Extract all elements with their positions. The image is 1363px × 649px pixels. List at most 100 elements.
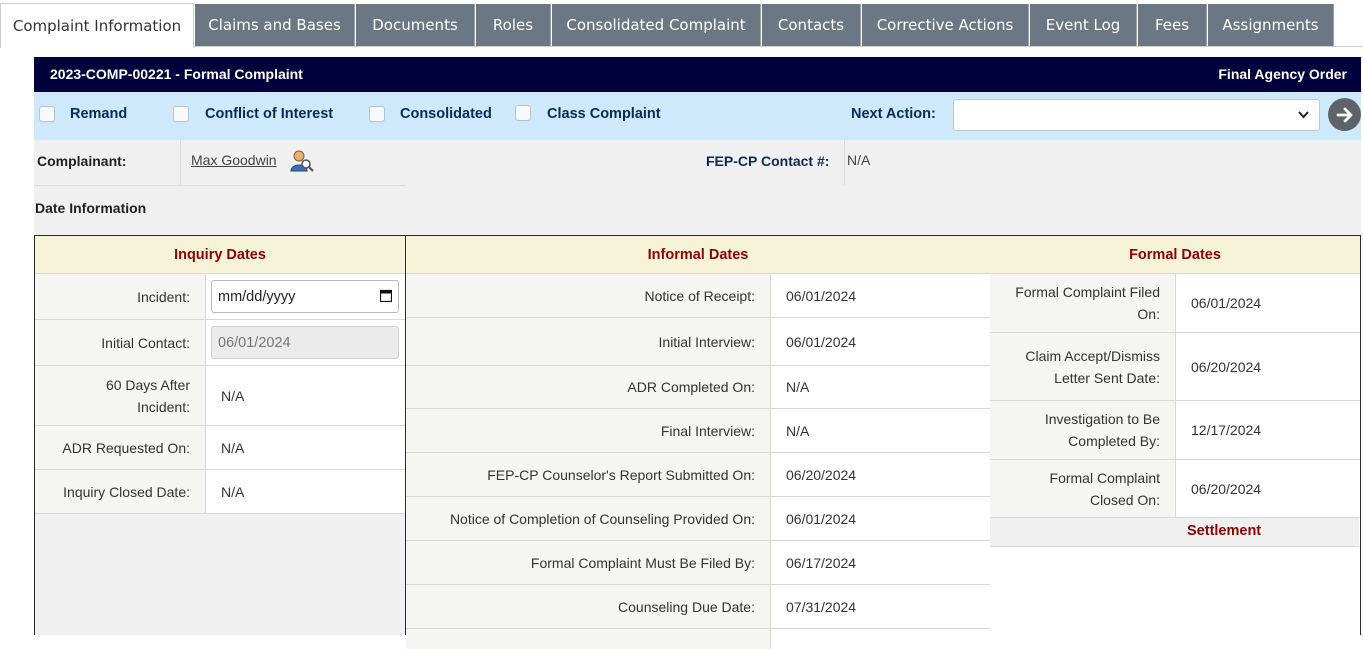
inquiry-row-60-days: 60 Days After Incident: N/A [35, 366, 405, 426]
informal-row: Initial Interview: 06/01/2024 [406, 318, 990, 366]
formal-filed-value: 06/01/2024 [1191, 295, 1262, 311]
complainant-name-link[interactable]: Max Goodwin [191, 152, 277, 168]
claim-letter-label: Claim Accept/Dismiss Letter Sent Date: [990, 333, 1176, 400]
next-action-go-button[interactable] [1328, 98, 1361, 131]
consolidated-checkbox[interactable] [369, 106, 385, 122]
tab-bar: Complaint Information Claims and Bases D… [0, 0, 1363, 48]
tab-complaint-information[interactable]: Complaint Information [0, 3, 194, 48]
tab-fees[interactable]: Fees [1138, 4, 1207, 46]
days-60-value: N/A [221, 387, 245, 404]
person-search-icon[interactable] [290, 150, 314, 172]
notice-of-completion-label: Notice of Completion of Counseling Provi… [406, 497, 771, 540]
counseling-due-value: 07/31/2024 [786, 598, 857, 615]
informal-row: Counseling Due Date: 07/31/2024 [406, 585, 990, 629]
informal-row: Notice of Completion of Counseling Provi… [406, 497, 990, 541]
settlement-row: Settlement [990, 518, 1359, 547]
settlement-heading: Settlement [1187, 523, 1262, 539]
tab-roles[interactable]: Roles [476, 4, 551, 46]
final-interview-value: N/A [786, 422, 810, 439]
fep-cp-contact-label: FEP-CP Contact #: [706, 153, 830, 169]
days-60-label: 60 Days After Incident: [35, 366, 206, 425]
adr-requested-label: ADR Requested On: [35, 426, 206, 469]
complaint-status: Final Agency Order [1218, 66, 1347, 82]
incident-date-input[interactable]: mm/dd/yyyy [211, 280, 399, 313]
formal-closed-label: Formal Complaint Closed On: [990, 460, 1176, 517]
inquiry-dates-title: Inquiry Dates [35, 236, 405, 274]
tab-contacts[interactable]: Contacts [762, 4, 861, 46]
inquiry-closed-value: N/A [221, 483, 245, 500]
investigation-label: Investigation to Be Completed By: [990, 401, 1176, 459]
formal-row: Formal Complaint Closed On: 06/20/2024 [990, 460, 1360, 518]
final-interview-label: Final Interview: [406, 409, 771, 452]
incident-label: Incident: [35, 274, 206, 319]
conflict-of-interest-label: Conflict of Interest [205, 106, 334, 122]
informal-row: FEP-CP Counselor's Report Submitted On: … [406, 453, 990, 497]
flag-bar: Remand Conflict of Interest Consolidated… [34, 92, 1361, 140]
formal-closed-value: 06/20/2024 [1191, 480, 1262, 497]
inquiry-closed-label: Inquiry Closed Date: [35, 470, 206, 513]
notice-of-receipt-value: 06/01/2024 [786, 287, 857, 304]
inquiry-dates-panel: Inquiry Dates Incident: mm/dd/yyyy Initi… [34, 235, 406, 635]
inquiry-row-incident: Incident: mm/dd/yyyy [35, 274, 405, 320]
next-action-label: Next Action: [851, 106, 936, 122]
informal-row: Formal Complaint Must Be Filed By: 06/17… [406, 541, 990, 585]
informal-dates-title: Informal Dates [406, 236, 990, 274]
counselor-report-value: 06/20/2024 [786, 466, 857, 483]
adr-completed-value: N/A [786, 379, 810, 395]
investigation-value: 12/17/2024 [1191, 422, 1262, 438]
formal-row: Investigation to Be Completed By: 12/17/… [990, 401, 1360, 460]
counseling-due-label: Counseling Due Date: [406, 585, 771, 628]
formal-must-be-filed-value: 06/17/2024 [786, 554, 857, 571]
notice-of-receipt-label: Notice of Receipt: [406, 274, 771, 317]
informal-dates-panel: Informal Dates Notice of Receipt: 06/01/… [405, 235, 991, 649]
tab-documents[interactable]: Documents [356, 4, 475, 46]
formal-must-be-filed-label: Formal Complaint Must Be Filed By: [406, 541, 771, 584]
class-complaint-checkbox[interactable] [515, 105, 531, 121]
tab-consolidated-complaint[interactable]: Consolidated Complaint [552, 4, 761, 46]
formal-row: Formal Complaint Filed On: 06/01/2024 [990, 274, 1360, 333]
initial-interview-label: Initial Interview: [406, 318, 771, 365]
tab-claims-and-bases[interactable]: Claims and Bases [195, 4, 355, 46]
informal-row [406, 629, 990, 649]
remand-checkbox[interactable] [39, 106, 55, 122]
arrow-right-icon [1336, 107, 1352, 122]
fep-cp-contact-value: N/A [847, 152, 871, 168]
conflict-of-interest-checkbox[interactable] [173, 106, 189, 122]
date-information-title: Date Information [35, 200, 147, 216]
inquiry-row-adr-requested: ADR Requested On: N/A [35, 426, 405, 470]
consolidated-label: Consolidated [400, 106, 492, 122]
divider [844, 140, 845, 185]
formal-filed-label: Formal Complaint Filed On: [990, 274, 1176, 332]
complaint-header: 2023-COMP-00221 - Formal Complaint Final… [34, 57, 1361, 92]
counselor-report-label: FEP-CP Counselor's Report Submitted On: [406, 453, 771, 496]
tab-event-log[interactable]: Event Log [1030, 4, 1137, 46]
informal-row: Final Interview: N/A [406, 409, 990, 453]
calendar-icon[interactable] [380, 289, 392, 302]
inquiry-row-closed: Inquiry Closed Date: N/A [35, 470, 405, 514]
complaint-title: 2023-COMP-00221 - Formal Complaint [50, 66, 303, 82]
informal-row-label [406, 629, 771, 649]
date-information-section: Date Information [34, 186, 1361, 235]
initial-contact-label: Initial Contact: [35, 320, 206, 365]
formal-dates-panel: Formal Dates Formal Complaint Filed On: … [990, 235, 1361, 635]
adr-requested-value: N/A [221, 439, 245, 456]
next-action-select[interactable] [953, 99, 1320, 131]
formal-row: Claim Accept/Dismiss Letter Sent Date: 0… [990, 333, 1360, 401]
complainant-label: Complainant: [37, 153, 127, 169]
inquiry-row-initial-contact: Initial Contact: 06/01/2024 [35, 320, 405, 366]
class-complaint-label: Class Complaint [547, 106, 661, 122]
informal-row: Notice of Receipt: 06/01/2024 [406, 274, 990, 318]
adr-completed-label: ADR Completed On: [406, 366, 771, 408]
informal-row: ADR Completed On: N/A [406, 366, 990, 409]
complainant-row: Complainant: Max Goodwin FEP-CP Contact … [34, 140, 1361, 186]
tab-assignments[interactable]: Assignments [1208, 4, 1334, 46]
notice-of-completion-value: 06/01/2024 [786, 510, 857, 527]
claim-letter-value: 06/20/2024 [1191, 358, 1262, 375]
initial-interview-value: 06/01/2024 [786, 333, 857, 350]
tab-corrective-actions[interactable]: Corrective Actions [862, 4, 1029, 46]
chevron-down-icon [1298, 108, 1309, 122]
remand-label: Remand [70, 106, 128, 122]
formal-dates-title: Formal Dates [990, 236, 1360, 274]
initial-contact-input: 06/01/2024 [211, 326, 399, 359]
incident-date-placeholder: mm/dd/yyyy [218, 288, 296, 305]
